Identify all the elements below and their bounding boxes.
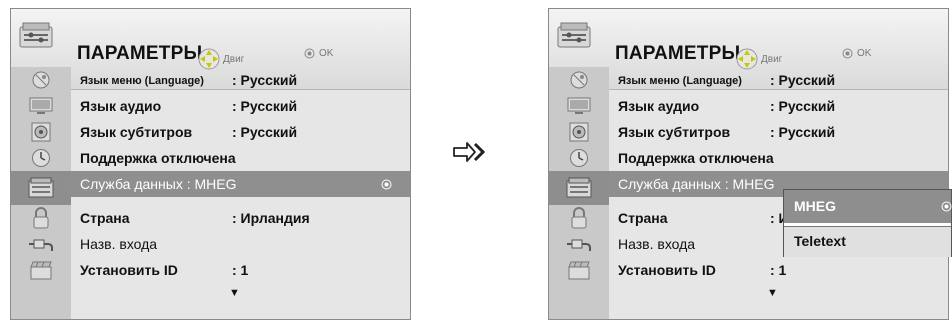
scroll-down-arrow-icon[interactable]: ▼ (229, 287, 240, 299)
options-icon (28, 177, 54, 198)
set-id-value: : 1 (770, 262, 787, 278)
ok-button-icon (842, 48, 853, 59)
audio-language-row[interactable]: Язык аудио : Русский (609, 93, 948, 119)
lock-icon (571, 207, 587, 229)
ok-hint: OK (304, 48, 333, 59)
clapperboard-icon (568, 261, 590, 280)
clapperboard-icon (30, 261, 52, 280)
subtitle-language-value: : Русский (770, 124, 836, 140)
ok-hint: OK (842, 48, 871, 59)
input-label-row[interactable]: Назв. входа (71, 231, 410, 257)
category-sidebar (11, 67, 71, 319)
data-service-label: Служба данных : MHEG (618, 176, 775, 192)
ok-radio-icon (381, 179, 392, 190)
speaker-icon (569, 122, 589, 142)
set-id-value: : 1 (232, 262, 249, 278)
sidebar-item-lock[interactable] (11, 205, 71, 231)
subtitle-language-label: Язык субтитров (618, 124, 731, 140)
dropdown-option-label: Teletext (794, 233, 846, 249)
settings-menu-panel-with-popup: ПАРАМЕТРЫ Двиг OK Язык меню (Language):… (548, 8, 949, 320)
options-icon (566, 177, 592, 198)
sidebar-item-channel[interactable] (11, 67, 71, 93)
sidebar-item-usb[interactable] (11, 257, 71, 283)
arrow-right-icon (453, 142, 486, 162)
sidebar-item-time[interactable] (549, 145, 609, 171)
subtitle-language-row[interactable]: Язык субтитров : Русский (71, 119, 410, 145)
settings-list: Язык меню (Language) : Русский Язык ауди… (71, 67, 410, 319)
monitor-icon (29, 97, 53, 114)
audio-language-label: Язык аудио (80, 98, 162, 114)
country-row[interactable]: Страна : Ирландия (71, 205, 410, 231)
category-sidebar (549, 67, 609, 319)
disabled-support-row[interactable]: Поддержка отключена (609, 145, 948, 171)
sidebar-item-input[interactable] (549, 231, 609, 257)
sidebar-item-picture[interactable] (549, 93, 609, 119)
page-title: ПАРАМЕТРЫ (77, 43, 203, 64)
menu-language-value: : Русский (232, 72, 298, 88)
settings-menu-panel: ПАРАМЕТРЫ Двиг OK Язык меню (Language):… (10, 8, 411, 320)
menu-language-row[interactable]: Язык меню (Language) : Русский (609, 67, 948, 93)
ok-hint-label: OK (319, 48, 334, 59)
move-hint-label: Двиг (223, 53, 245, 65)
dropdown-option-label: MHEG (794, 198, 836, 214)
set-id-row[interactable]: Установить ID : 1 (71, 257, 410, 283)
set-id-label: Установить ID (80, 262, 178, 278)
input-plug-icon (29, 239, 53, 251)
country-value: : Ирландия (232, 210, 310, 226)
input-plug-icon (567, 239, 591, 251)
clock-icon (570, 149, 588, 167)
move-hint-label: Двиг (761, 53, 783, 65)
sidebar-item-options[interactable] (549, 171, 609, 205)
dropdown-option-teletext[interactable]: Teletext (784, 226, 951, 257)
set-id-label: Установить ID (618, 262, 716, 278)
disabled-support-row[interactable]: Поддержка отключена (71, 145, 410, 171)
sidebar-item-lock[interactable] (549, 205, 609, 231)
disabled-support-label: Поддержка отключена (618, 150, 774, 166)
audio-language-label: Язык аудио (618, 98, 700, 114)
options-icon (19, 22, 53, 48)
country-label: Страна (618, 210, 668, 226)
sidebar-item-audio[interactable] (11, 119, 71, 145)
audio-language-row[interactable]: Язык аудио : Русский (71, 93, 410, 119)
data-service-label: Служба данных : MHEG (80, 176, 237, 192)
dropdown-option-mheg[interactable]: MHEG (784, 190, 952, 223)
input-label-label: Назв. входа (80, 236, 158, 252)
ok-button-icon (304, 48, 315, 59)
sidebar-item-usb[interactable] (549, 257, 609, 283)
sidebar-item-picture[interactable] (11, 93, 71, 119)
lock-icon (33, 207, 49, 229)
set-id-row[interactable]: Установить ID : 1 (609, 257, 948, 283)
sidebar-item-options[interactable] (11, 171, 71, 205)
satellite-dish-icon (570, 71, 588, 89)
audio-language-value: : Русский (770, 98, 836, 114)
audio-language-value: : Русский (232, 98, 298, 114)
sidebar-item-input[interactable] (11, 231, 71, 257)
satellite-dish-icon (32, 71, 50, 89)
clock-icon (32, 149, 50, 167)
data-service-dropdown: MHEG Teletext (783, 189, 952, 257)
ok-hint-label: OK (857, 48, 872, 59)
monitor-icon (567, 97, 591, 114)
menu-language-label: Язык меню (Language) (80, 75, 204, 87)
scroll-down-arrow-icon[interactable]: ▼ (767, 287, 778, 299)
country-label: Страна (80, 210, 130, 226)
subtitle-language-label: Язык субтитров (80, 124, 193, 140)
menu-language-row[interactable]: Язык меню (Language) : Русский (71, 67, 410, 93)
ok-radio-icon (941, 201, 952, 212)
page-title: ПАРАМЕТРЫ (615, 43, 741, 64)
sidebar-item-time[interactable] (11, 145, 71, 171)
menu-language-value: : Русский (770, 72, 836, 88)
input-label-label: Назв. входа (618, 236, 696, 252)
subtitle-language-row[interactable]: Язык субтитров : Русский (609, 119, 948, 145)
speaker-icon (31, 122, 51, 142)
subtitle-language-value: : Русский (232, 124, 298, 140)
disabled-support-label: Поддержка отключена (80, 150, 236, 166)
sidebar-item-channel[interactable] (549, 67, 609, 93)
options-icon (557, 22, 591, 48)
data-service-row[interactable]: Служба данных : MHEG (71, 171, 410, 197)
sidebar-item-audio[interactable] (549, 119, 609, 145)
menu-language-label: Язык меню (Language) (618, 75, 742, 87)
